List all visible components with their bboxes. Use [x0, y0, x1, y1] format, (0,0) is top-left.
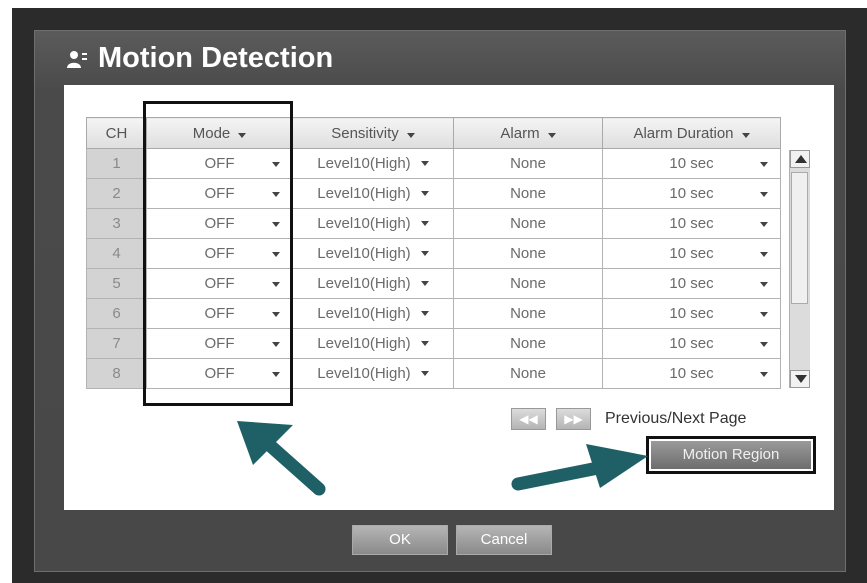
ok-button[interactable]: OK	[352, 525, 448, 555]
annotation-arrow-mode	[237, 421, 326, 496]
chevron-down-icon	[420, 221, 429, 226]
alarm-value[interactable]: None	[453, 238, 603, 269]
sensitivity-select[interactable]: Level10(High)	[292, 238, 454, 269]
fast-forward-icon: ▶▶	[564, 412, 583, 426]
alarm-duration-select[interactable]: 10 sec	[602, 328, 781, 359]
chevron-down-icon	[760, 222, 768, 227]
chevron-down-icon	[760, 342, 768, 347]
sensitivity-select[interactable]: Level10(High)	[292, 148, 454, 179]
scrollbar-thumb[interactable]	[791, 172, 808, 304]
chevron-down-icon	[760, 192, 768, 197]
chevron-down-icon	[420, 281, 429, 286]
arrow-up-icon	[795, 155, 807, 163]
chevron-down-icon	[760, 252, 768, 257]
chevron-down-icon	[420, 341, 429, 346]
table-scrollbar[interactable]	[789, 150, 810, 388]
header-sensitivity[interactable]: Sensitivity	[292, 117, 454, 149]
channel-number: 7	[86, 328, 147, 359]
person-icon	[67, 50, 87, 68]
channel-number: 6	[86, 298, 147, 329]
cancel-button[interactable]: Cancel	[456, 525, 552, 555]
alarm-duration-select[interactable]: 10 sec	[602, 268, 781, 299]
sensitivity-select[interactable]: Level10(High)	[292, 298, 454, 329]
chevron-down-icon	[406, 132, 415, 138]
scroll-up-button[interactable]	[790, 150, 810, 168]
alarm-value[interactable]: None	[453, 268, 603, 299]
chevron-down-icon	[760, 282, 768, 287]
alarm-value[interactable]: None	[453, 328, 603, 359]
sensitivity-select[interactable]: Level10(High)	[292, 208, 454, 239]
alarm-duration-select[interactable]: 10 sec	[602, 298, 781, 329]
chevron-down-icon	[420, 191, 429, 196]
dialog-title: Motion Detection	[66, 42, 333, 75]
alarm-duration-select[interactable]: 10 sec	[602, 208, 781, 239]
dialog-title-text: Motion Detection	[98, 42, 334, 74]
rewind-icon: ◀◀	[519, 412, 538, 426]
chevron-down-icon	[760, 162, 768, 167]
arrow-down-icon	[795, 375, 807, 383]
channel-number: 8	[86, 358, 147, 389]
header-ch: CH	[86, 117, 147, 149]
scroll-down-button[interactable]	[790, 370, 810, 388]
sensitivity-select[interactable]: Level10(High)	[292, 268, 454, 299]
chevron-down-icon	[760, 312, 768, 317]
chevron-down-icon	[420, 371, 429, 376]
channel-number: 5	[86, 268, 147, 299]
chevron-down-icon	[420, 251, 429, 256]
chevron-down-icon	[420, 161, 429, 166]
header-alarm-duration[interactable]: Alarm Duration	[602, 117, 781, 149]
chevron-down-icon	[741, 132, 750, 138]
sensitivity-select[interactable]: Level10(High)	[292, 328, 454, 359]
alarm-value[interactable]: None	[453, 178, 603, 209]
chevron-down-icon	[420, 311, 429, 316]
channel-number: 3	[86, 208, 147, 239]
alarm-duration-select[interactable]: 10 sec	[602, 358, 781, 389]
previous-page-button[interactable]: ◀◀	[511, 408, 546, 430]
channel-number: 2	[86, 178, 147, 209]
alarm-duration-select[interactable]: 10 sec	[602, 178, 781, 209]
chevron-down-icon	[760, 372, 768, 377]
alarm-value[interactable]: None	[453, 208, 603, 239]
alarm-duration-select[interactable]: 10 sec	[602, 238, 781, 269]
alarm-value[interactable]: None	[453, 298, 603, 329]
motion-region-button[interactable]: Motion Region	[651, 441, 811, 469]
alarm-duration-select[interactable]: 10 sec	[602, 148, 781, 179]
alarm-value[interactable]: None	[453, 148, 603, 179]
pager-label: Previous/Next Page	[605, 410, 747, 427]
sensitivity-select[interactable]: Level10(High)	[292, 358, 454, 389]
channel-number: 1	[86, 148, 147, 179]
channel-number: 4	[86, 238, 147, 269]
chevron-down-icon	[547, 132, 556, 138]
next-page-button[interactable]: ▶▶	[556, 408, 591, 430]
annotation-arrow-motion-region	[511, 444, 648, 491]
alarm-value[interactable]: None	[453, 358, 603, 389]
mode-column-highlight	[143, 101, 293, 406]
sensitivity-select[interactable]: Level10(High)	[292, 178, 454, 209]
header-alarm[interactable]: Alarm	[453, 117, 603, 149]
